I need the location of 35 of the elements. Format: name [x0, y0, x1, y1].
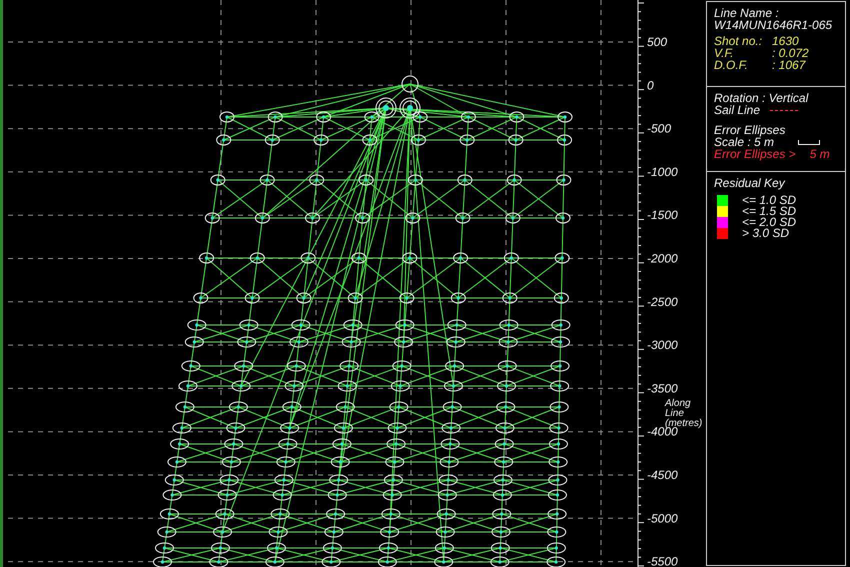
axis-title: Line [665, 408, 684, 419]
axis-tick-label: -1500 [647, 208, 678, 222]
field-label: Shot no.: [714, 35, 764, 47]
axis-tick-label: -3500 [647, 381, 678, 396]
axis-tick-label: -2500 [647, 294, 678, 309]
line-name-label: Line Name : [714, 7, 780, 19]
axis-tick-label: -5000 [647, 511, 678, 526]
residual-key-label: > 3.0 SD [742, 228, 790, 239]
error-warning-value: 5 m [810, 148, 830, 160]
axis-tick-label: -500 [647, 122, 672, 136]
residual-key-title: Residual Key [714, 177, 786, 189]
residual-key-label: <= 1.0 SD [742, 195, 798, 206]
axis-tick-label: 0 [647, 78, 654, 92]
field-label: D.O.F. [714, 59, 749, 71]
field-value: 1630 [772, 35, 800, 47]
field-label: V.F. [714, 47, 735, 59]
sail-line-label: Sail Line [714, 104, 760, 116]
axis-tick-label: -5500 [647, 554, 678, 567]
line-name-value: W14MUN1646R1-065 [714, 19, 834, 31]
scale-bar-icon [798, 140, 820, 144]
rotation-label: Rotation : Vertical [714, 92, 810, 104]
error-warning-label: Error Ellipses > [714, 148, 796, 160]
axis-tick-label: -4500 [647, 468, 678, 482]
axis-tick-label: -1000 [647, 164, 678, 179]
axis-tick-label: 500 [647, 35, 668, 49]
axis-title: (metres) [665, 418, 702, 429]
scale-label: Scale : 5 m [714, 136, 774, 148]
residual-key-label: <= 2.0 SD [742, 217, 798, 228]
field-value: : 0.072 [772, 47, 810, 59]
field-value: : 1067 [772, 59, 807, 71]
axis-tick-label: -3000 [647, 338, 678, 352]
error-ellipses-label: Error Ellipses [714, 124, 786, 136]
axis-title: Along [665, 398, 691, 409]
residual-key-label: <= 1.5 SD [742, 206, 798, 217]
axis-tick-label: -2000 [647, 252, 678, 266]
